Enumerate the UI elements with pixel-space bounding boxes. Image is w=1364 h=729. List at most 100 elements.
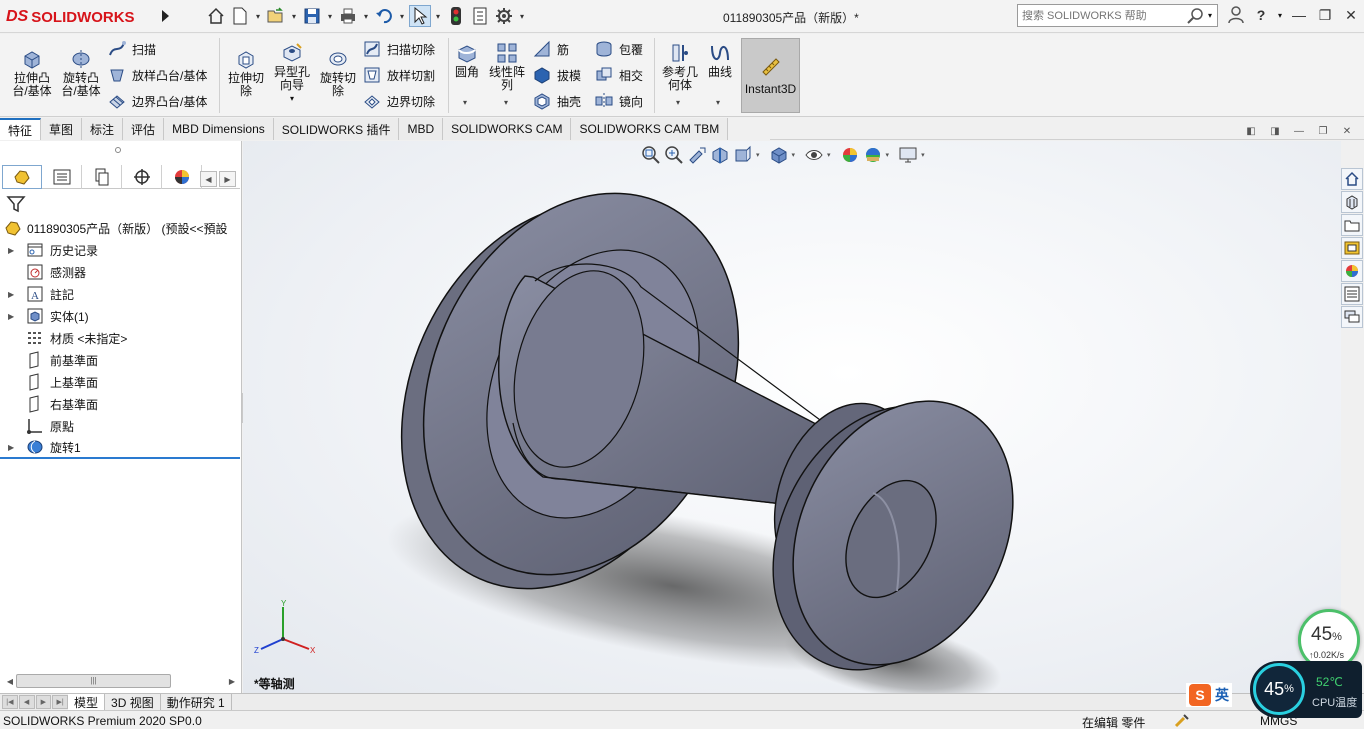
previous-view-icon[interactable]: ◧	[1244, 125, 1258, 137]
tab-2[interactable]: 标注	[82, 118, 124, 140]
view-palette-tab[interactable]	[1341, 237, 1363, 259]
tab-1[interactable]: 草图	[41, 118, 83, 140]
tree-item[interactable]: 原點	[0, 415, 240, 437]
viewport-close-icon[interactable]: ✕	[1340, 125, 1354, 137]
intersect-button[interactable]: 相交	[595, 66, 643, 84]
expand-arrow-icon[interactable]: ▶	[8, 290, 14, 299]
hole-wizard-dropdown-icon[interactable]: ▾	[290, 92, 294, 105]
hole-wizard-button[interactable]: 异型孔 向导 ▾	[270, 42, 314, 105]
tab-5[interactable]: SOLIDWORKS 插件	[273, 118, 400, 140]
tree-root-part[interactable]: 011890305产品（新版） (预設<<預設	[0, 217, 240, 239]
cpu-monitor-widget[interactable]: 45% 52℃ CPU温度	[1250, 661, 1362, 718]
search-input[interactable]	[1022, 9, 1172, 22]
feature-manager-tab[interactable]	[2, 165, 42, 189]
mirror-button[interactable]: 镜向	[595, 92, 643, 110]
configuration-manager-tab[interactable]	[82, 165, 122, 189]
rebuild-status-icon[interactable]	[1174, 713, 1190, 728]
solidworks-resources-tab[interactable]	[1341, 168, 1363, 190]
close-button[interactable]: ✕	[1342, 5, 1360, 25]
linear-pattern-button[interactable]: 线性阵 列	[486, 42, 528, 92]
select-icon[interactable]	[409, 5, 431, 27]
help-search[interactable]: ▾	[1017, 4, 1218, 27]
custom-properties-tab[interactable]	[1341, 283, 1363, 305]
extrude-boss-button[interactable]: 拉伸凸 台/基体	[10, 48, 54, 98]
tree-horizontal-scrollbar[interactable]: ◀ ||| ▶	[4, 673, 238, 689]
extrude-cut-button[interactable]: 拉伸切 除	[225, 48, 267, 98]
input-method-bar[interactable]: S 英	[1186, 683, 1232, 707]
tab-4[interactable]: MBD Dimensions	[164, 118, 274, 140]
panel-grip-icon[interactable]	[115, 147, 121, 153]
rib-button[interactable]: 筋	[533, 40, 569, 58]
open-icon[interactable]	[265, 5, 287, 27]
solidworks-logo[interactable]: DS SOLIDWORKS	[6, 6, 156, 28]
last-tab-icon[interactable]: ▶|	[52, 694, 68, 709]
sogou-logo-icon[interactable]: S	[1189, 684, 1211, 706]
tree-item[interactable]: 右基準面	[0, 393, 240, 415]
dimxpert-tab[interactable]	[122, 165, 162, 189]
revolve-boss-button[interactable]: 旋转凸 台/基体	[59, 48, 103, 98]
fillet-dropdown-icon[interactable]: ▾	[463, 98, 467, 107]
expand-arrow-icon[interactable]: ▶	[8, 443, 14, 452]
help-icon[interactable]: ?	[1252, 5, 1270, 25]
appearances-tab[interactable]	[1341, 260, 1363, 282]
next-view-icon[interactable]: ◨	[1268, 125, 1282, 137]
loft-boss-button[interactable]: 放样凸台/基体	[108, 66, 207, 84]
scroll-right-arrow-icon[interactable]: ▶	[226, 677, 238, 686]
curves-dropdown-icon[interactable]: ▾	[716, 98, 720, 107]
bottom-tab-2[interactable]: 動作研究 1	[161, 693, 232, 711]
tab-6[interactable]: MBD	[399, 118, 444, 140]
tab-8[interactable]: SOLIDWORKS CAM TBM	[571, 118, 729, 140]
scroll-right-icon[interactable]: ▶	[219, 171, 236, 187]
expand-arrow-icon[interactable]: ▶	[8, 246, 14, 255]
next-tab-icon[interactable]: ▶	[35, 694, 52, 709]
rebuild-icon[interactable]	[445, 5, 467, 27]
user-icon[interactable]	[1228, 6, 1244, 24]
tree-item[interactable]: 材质 <未指定>	[0, 327, 240, 349]
boundary-boss-button[interactable]: 边界凸台/基体	[108, 92, 207, 110]
reference-geometry-button[interactable]: 参考几 何体	[659, 42, 701, 92]
revolve-cut-button[interactable]: 旋转切 除	[317, 48, 359, 98]
filter-icon[interactable]	[6, 194, 26, 214]
restore-button[interactable]: ❐	[1316, 5, 1334, 25]
undo-dropdown-icon[interactable]: ▾	[397, 5, 407, 27]
search-icon[interactable]	[1186, 7, 1204, 25]
reference-geometry-dropdown-icon[interactable]: ▾	[676, 98, 680, 107]
boundary-cut-button[interactable]: 边界切除	[363, 92, 435, 110]
tree-item[interactable]: 上基準面	[0, 371, 240, 393]
prev-tab-icon[interactable]: ◀	[18, 694, 35, 709]
part-model[interactable]	[243, 141, 1341, 693]
instant3d-button[interactable]: Instant3D	[741, 38, 800, 113]
options-dropdown-icon[interactable]: ▾	[517, 5, 527, 27]
tab-7[interactable]: SOLIDWORKS CAM	[443, 118, 572, 140]
options-icon[interactable]	[493, 5, 515, 27]
sweep-cut-button[interactable]: 扫描切除	[363, 40, 435, 58]
linear-pattern-dropdown-icon[interactable]: ▾	[504, 98, 508, 107]
save-dropdown-icon[interactable]: ▾	[325, 5, 335, 27]
open-dropdown-icon[interactable]: ▾	[289, 5, 299, 27]
viewport-restore-icon[interactable]: ❐	[1316, 125, 1330, 137]
curves-button[interactable]: 曲线	[704, 42, 736, 79]
tab-0[interactable]: 特征	[0, 118, 42, 140]
bottom-tab-0[interactable]: 模型	[68, 693, 106, 711]
home-icon[interactable]	[205, 5, 227, 27]
fillet-button[interactable]: 圆角	[452, 42, 482, 79]
scroll-left-icon[interactable]: ◀	[200, 171, 217, 187]
new-dropdown-icon[interactable]: ▾	[253, 5, 263, 27]
tree-item[interactable]: ▶ A 註記	[0, 283, 240, 305]
scroll-left-arrow-icon[interactable]: ◀	[4, 677, 16, 686]
property-manager-tab[interactable]	[42, 165, 82, 189]
forum-tab[interactable]	[1341, 306, 1363, 328]
scroll-thumb[interactable]: |||	[16, 674, 171, 688]
search-dropdown-icon[interactable]: ▾	[1208, 11, 1212, 20]
wrap-button[interactable]: 包覆	[595, 40, 643, 58]
save-icon[interactable]	[301, 5, 323, 27]
print-dropdown-icon[interactable]: ▾	[361, 5, 371, 27]
graphics-viewport[interactable]: ▾ ▾ ▾ ▾ ▾ Y X Z *等轴测	[243, 141, 1341, 693]
tree-item[interactable]: 前基準面	[0, 349, 240, 371]
undo-icon[interactable]	[373, 5, 395, 27]
menu-expand-icon[interactable]	[159, 8, 171, 24]
help-dropdown-icon[interactable]: ▾	[1278, 11, 1282, 20]
file-explorer-tab[interactable]	[1341, 214, 1363, 236]
print-icon[interactable]	[337, 5, 359, 27]
tree-item[interactable]: 感测器	[0, 261, 240, 283]
